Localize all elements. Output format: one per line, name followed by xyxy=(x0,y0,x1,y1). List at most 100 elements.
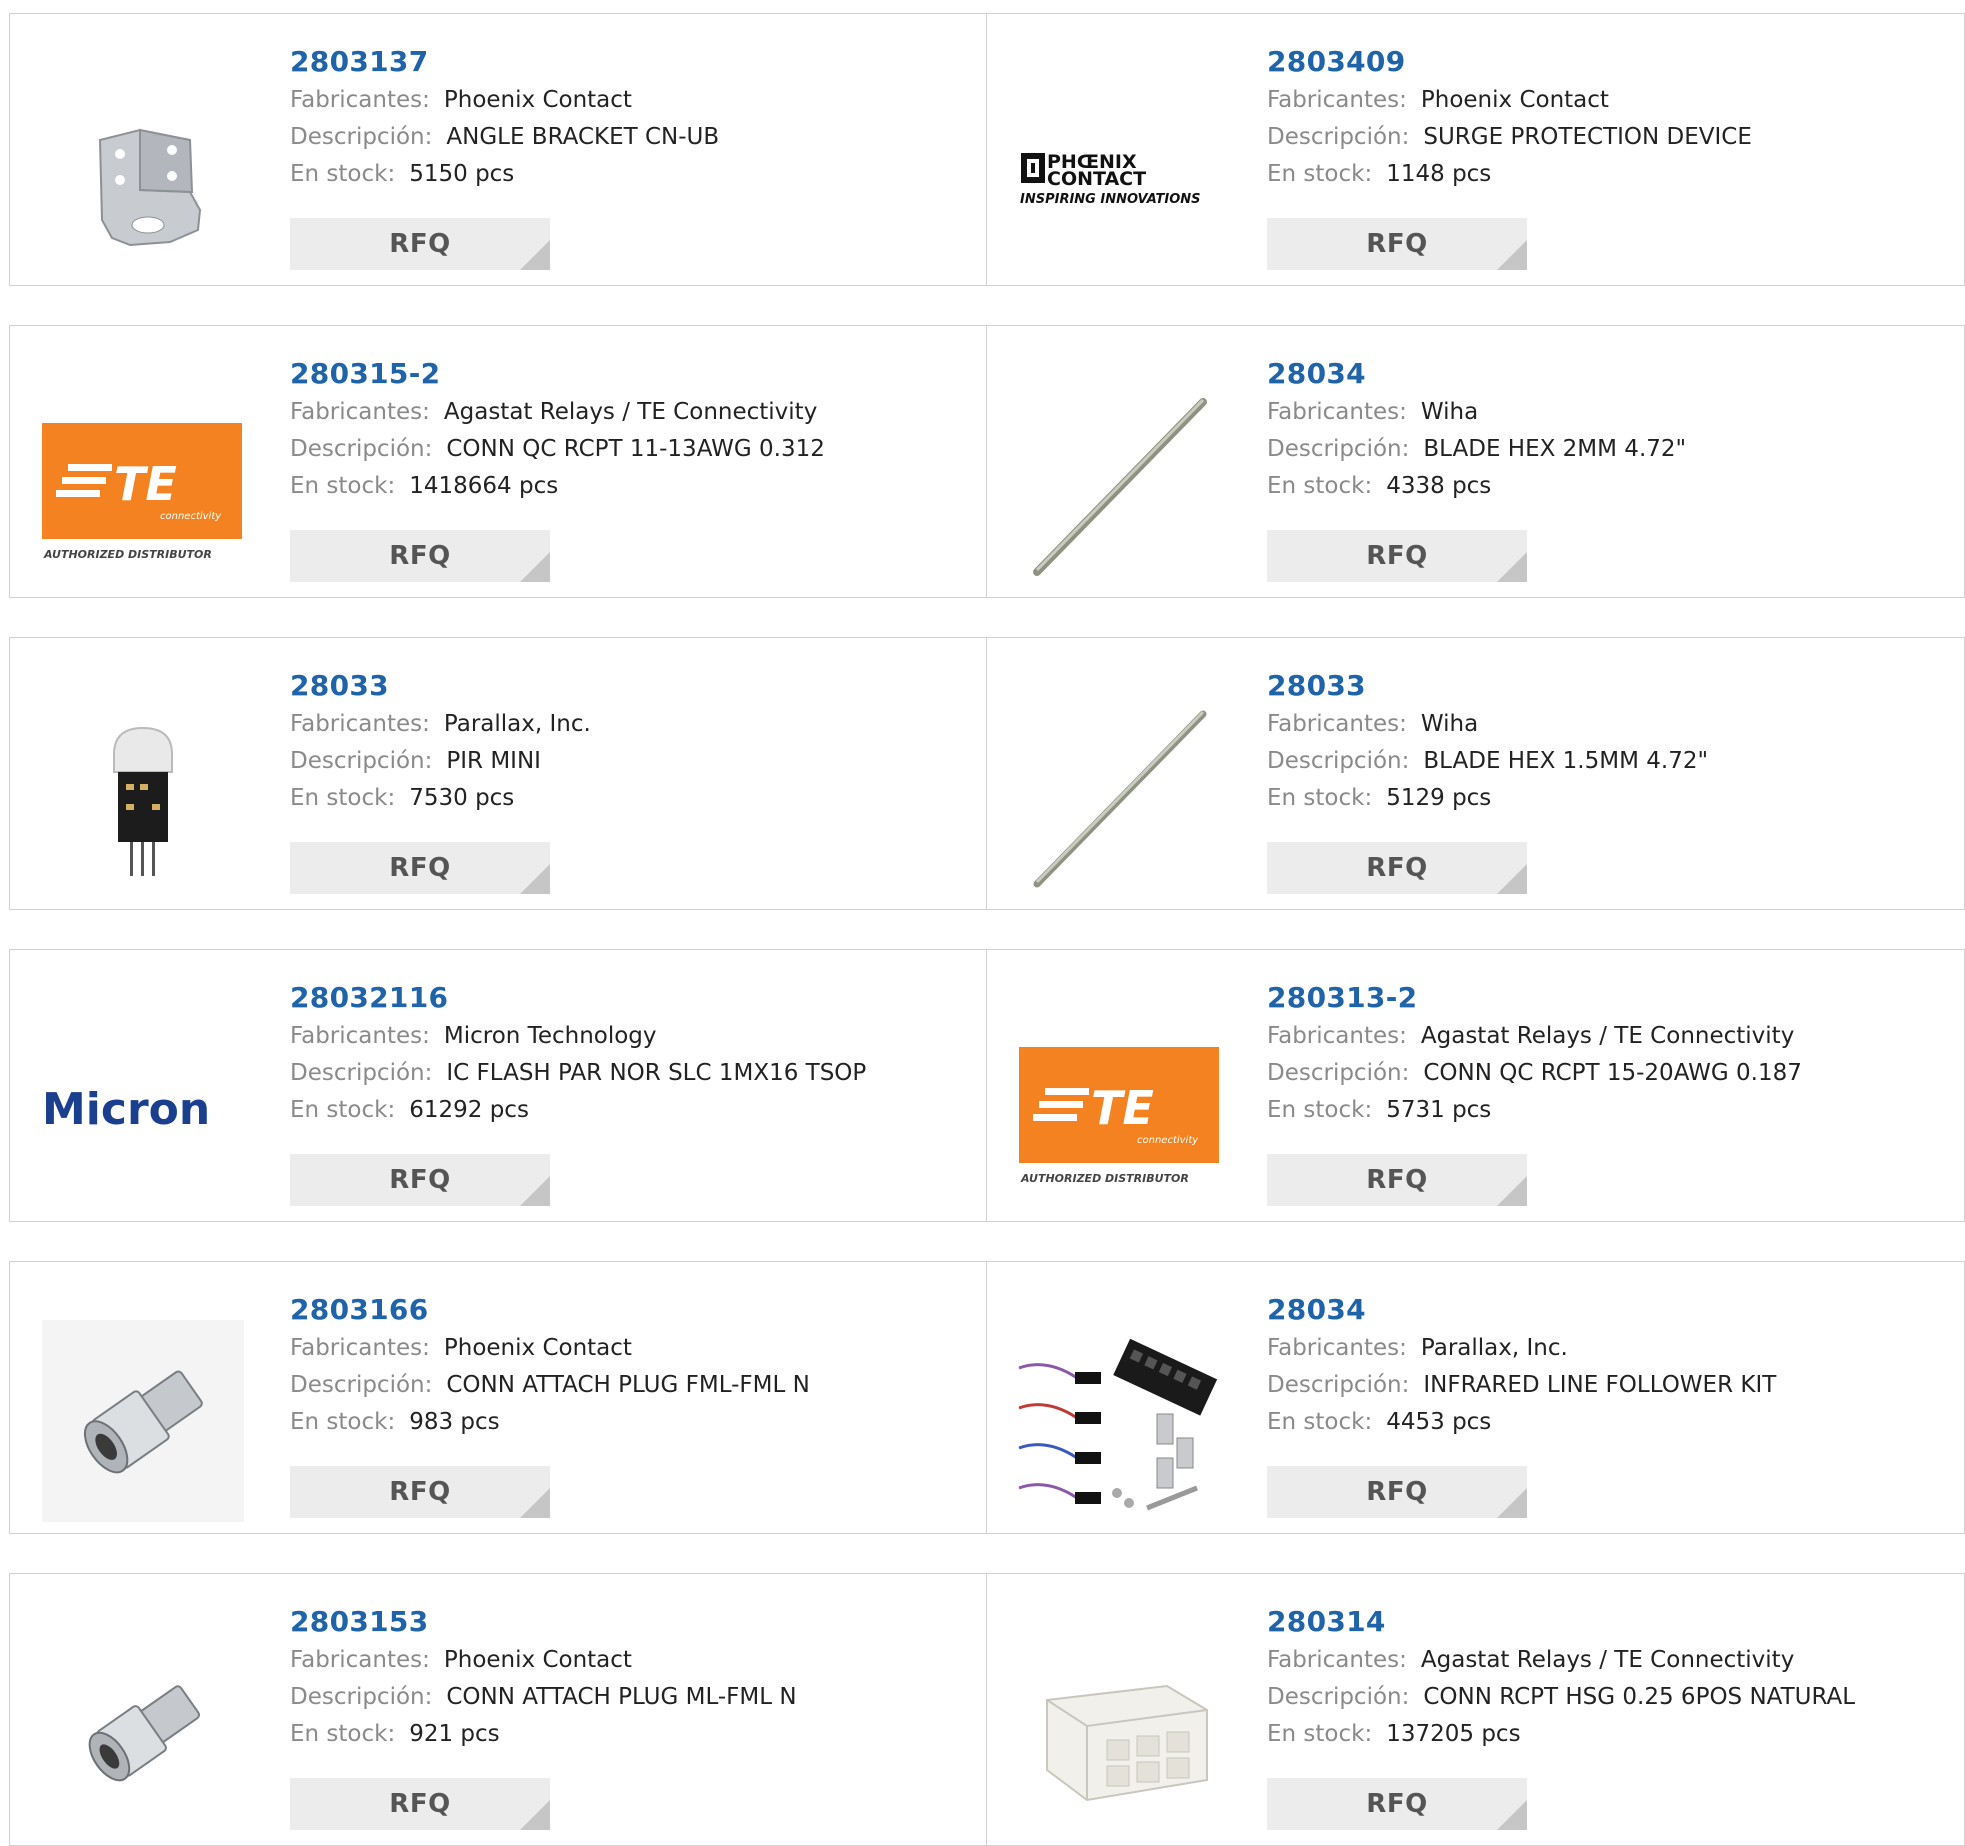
te-sub: connectivity xyxy=(160,511,222,522)
stock-value: 7530 pcs xyxy=(409,785,515,811)
product-image-n-adapter[interactable] xyxy=(40,1318,246,1524)
rfq-label: RFQ xyxy=(1366,229,1428,259)
manufacturer-value: Agastat Relays / TE Connectivity xyxy=(1420,1023,1795,1049)
rfq-button[interactable]: RFQ xyxy=(1267,1778,1527,1830)
part-number-link[interactable]: 28034 xyxy=(1267,1292,1944,1330)
rfq-button[interactable]: RFQ xyxy=(290,1154,550,1206)
rfq-button[interactable]: RFQ xyxy=(290,1466,550,1518)
manufacturer-value: Phoenix Contact xyxy=(1420,87,1609,113)
description-value: INFRARED LINE FOLLOWER KIT xyxy=(1423,1372,1777,1398)
part-number-link[interactable]: 280313-2 xyxy=(1267,980,1944,1018)
part-number-link[interactable]: 280314 xyxy=(1267,1604,1944,1642)
stock-value: 1148 pcs xyxy=(1386,161,1492,187)
product-image-micron-logo[interactable]: Micron xyxy=(40,1006,246,1212)
part-number-link[interactable]: 2803409 xyxy=(1267,44,1944,82)
manufacturer-value: Phoenix Contact xyxy=(443,1647,632,1673)
product-row: 2803153 Fabricantes: Phoenix Contact Desc… xyxy=(9,1573,1965,1846)
rfq-label: RFQ xyxy=(389,853,451,883)
stock-value: 5129 pcs xyxy=(1386,785,1492,811)
product-image-phoenix-logo[interactable]: PHŒNIX CONTACT INSPIRING INNOVATIONS xyxy=(1017,70,1223,276)
rfq-button[interactable]: RFQ xyxy=(1267,1154,1527,1206)
part-number-link[interactable]: 2803153 xyxy=(290,1604,966,1642)
part-number-link[interactable]: 28033 xyxy=(1267,668,1944,706)
description-value: PIR MINI xyxy=(446,748,541,774)
product-card: 2803153 Fabricantes: Phoenix Contact Desc… xyxy=(9,1573,987,1846)
description-label: Descripción: xyxy=(290,124,433,150)
stock-label: En stock: xyxy=(1267,1721,1373,1747)
manufacturer-value: Parallax, Inc. xyxy=(443,711,591,737)
rfq-label: RFQ xyxy=(1366,1789,1428,1819)
rfq-label: RFQ xyxy=(389,1477,451,1507)
product-image-te-logo[interactable]: TE connectivity AUTHORIZED DISTRIBUTOR xyxy=(1017,1006,1223,1212)
stock-label: En stock: xyxy=(290,161,396,187)
description-value: CONN ATTACH PLUG FML-FML N xyxy=(446,1372,810,1398)
rfq-button[interactable]: RFQ xyxy=(1267,1466,1527,1518)
rfq-button[interactable]: RFQ xyxy=(1267,842,1527,894)
description-label: Descripción: xyxy=(1267,436,1410,462)
description-label: Descripción: xyxy=(1267,1684,1410,1710)
product-image-line-follower-kit[interactable] xyxy=(1017,1318,1223,1524)
manufacturer-label: Fabricantes: xyxy=(290,1023,430,1049)
manufacturer-label: Fabricantes: xyxy=(290,1647,430,1673)
manufacturer-value: Parallax, Inc. xyxy=(1420,1335,1568,1361)
product-image-pir-sensor[interactable] xyxy=(40,694,246,900)
stock-value: 4338 pcs xyxy=(1386,473,1492,499)
rfq-label: RFQ xyxy=(1366,853,1428,883)
rfq-button[interactable]: RFQ xyxy=(290,1778,550,1830)
description-value: BLADE HEX 1.5MM 4.72" xyxy=(1423,748,1709,774)
stock-value: 5150 pcs xyxy=(409,161,515,187)
corner-triangle-icon xyxy=(520,240,550,270)
manufacturer-value: Phoenix Contact xyxy=(443,87,632,113)
product-image-hex-blade[interactable] xyxy=(1017,382,1223,588)
manufacturer-label: Fabricantes: xyxy=(290,87,430,113)
rfq-label: RFQ xyxy=(389,541,451,571)
part-number-link[interactable]: 28032116 xyxy=(290,980,966,1018)
rfq-label: RFQ xyxy=(1366,541,1428,571)
part-number-link[interactable]: 28034 xyxy=(1267,356,1944,394)
corner-triangle-icon xyxy=(520,1176,550,1206)
description-label: Descripción: xyxy=(1267,124,1410,150)
rfq-label: RFQ xyxy=(389,1789,451,1819)
product-card: 28033 Fabricantes: Parallax, Inc. Descrip… xyxy=(9,637,987,910)
product-image-connector-housing[interactable] xyxy=(1017,1630,1223,1836)
stock-label: En stock: xyxy=(290,785,396,811)
description-label: Descripción: xyxy=(290,748,433,774)
stock-value: 4453 pcs xyxy=(1386,1409,1492,1435)
product-card: 28034 Fabricantes: Wiha Descripción: BLADE… xyxy=(987,325,1965,598)
part-number-link[interactable]: 2803137 xyxy=(290,44,966,82)
product-image-n-adapter[interactable] xyxy=(40,1630,246,1836)
te-tagline: AUTHORIZED DISTRIBUTOR xyxy=(43,548,212,561)
rfq-button[interactable]: RFQ xyxy=(1267,530,1527,582)
product-row: Micron 28032116 Fabricantes: Micron Techn… xyxy=(9,949,1965,1222)
description-label: Descripción: xyxy=(290,1060,433,1086)
product-row: 2803137 Fabricantes: Phoenix Contact Desc… xyxy=(9,13,1965,286)
manufacturer-label: Fabricantes: xyxy=(1267,1023,1407,1049)
phoenix-line2: CONTACT xyxy=(1047,168,1146,190)
rfq-button[interactable]: RFQ xyxy=(290,530,550,582)
product-row: 2803166 Fabricantes: Phoenix Contact Desc… xyxy=(9,1261,1965,1534)
description-label: Descripción: xyxy=(1267,1372,1410,1398)
corner-triangle-icon xyxy=(1497,1800,1527,1830)
product-image-te-logo[interactable]: TE connectivity AUTHORIZED DISTRIBUTOR xyxy=(40,382,246,588)
stock-label: En stock: xyxy=(1267,161,1373,187)
rfq-label: RFQ xyxy=(1366,1165,1428,1195)
corner-triangle-icon xyxy=(520,552,550,582)
part-number-link[interactable]: 280315-2 xyxy=(290,356,966,394)
corner-triangle-icon xyxy=(520,1800,550,1830)
corner-triangle-icon xyxy=(1497,240,1527,270)
corner-triangle-icon xyxy=(520,1488,550,1518)
description-label: Descripción: xyxy=(1267,1060,1410,1086)
product-image-hex-blade[interactable] xyxy=(1017,694,1223,900)
part-number-link[interactable]: 28033 xyxy=(290,668,966,706)
corner-triangle-icon xyxy=(1497,1488,1527,1518)
stock-value: 137205 pcs xyxy=(1386,1721,1521,1747)
rfq-button[interactable]: RFQ xyxy=(290,218,550,270)
rfq-button[interactable]: RFQ xyxy=(290,842,550,894)
description-value: ANGLE BRACKET CN-UB xyxy=(446,124,720,150)
manufacturer-label: Fabricantes: xyxy=(1267,711,1407,737)
description-value: SURGE PROTECTION DEVICE xyxy=(1423,124,1752,150)
part-number-link[interactable]: 2803166 xyxy=(290,1292,966,1330)
rfq-button[interactable]: RFQ xyxy=(1267,218,1527,270)
product-image-angle-bracket[interactable] xyxy=(40,70,246,276)
product-card: 2803137 Fabricantes: Phoenix Contact Desc… xyxy=(9,13,987,286)
